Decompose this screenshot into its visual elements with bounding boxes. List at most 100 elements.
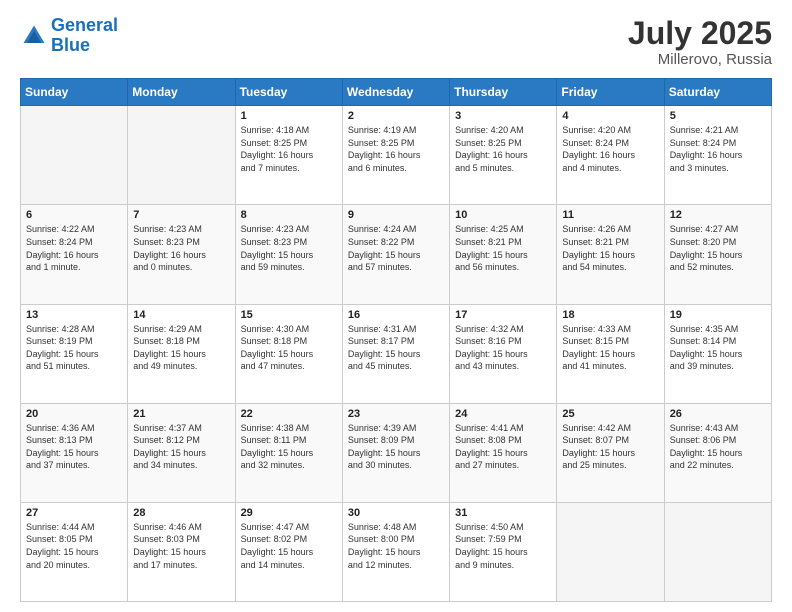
day-number: 29 — [241, 507, 337, 519]
day-info: Sunrise: 4:42 AM Sunset: 8:07 PM Dayligh… — [562, 422, 658, 472]
day-number: 5 — [670, 110, 766, 122]
calendar-cell — [21, 106, 128, 205]
calendar-cell — [128, 106, 235, 205]
day-info: Sunrise: 4:21 AM Sunset: 8:24 PM Dayligh… — [670, 124, 766, 174]
day-number: 20 — [26, 408, 122, 420]
day-number: 15 — [241, 309, 337, 321]
calendar-cell: 1 Sunrise: 4:18 AM Sunset: 8:25 PM Daylig… — [235, 106, 342, 205]
day-info: Sunrise: 4:47 AM Sunset: 8:02 PM Dayligh… — [241, 521, 337, 571]
calendar-cell: 20 Sunrise: 4:36 AM Sunset: 8:13 PM Dayli… — [21, 403, 128, 502]
calendar-cell: 2 Sunrise: 4:19 AM Sunset: 8:25 PM Daylig… — [342, 106, 449, 205]
calendar-week-3: 13 Sunrise: 4:28 AM Sunset: 8:19 PM Dayli… — [21, 304, 772, 403]
calendar-cell: 8Sunrise: 4:23 AM Sunset: 8:23 PM Daylig… — [235, 205, 342, 304]
calendar-cell: 3 Sunrise: 4:20 AM Sunset: 8:25 PM Daylig… — [450, 106, 557, 205]
calendar-week-2: 6Sunrise: 4:22 AM Sunset: 8:24 PM Daylig… — [21, 205, 772, 304]
calendar-cell: 22 Sunrise: 4:38 AM Sunset: 8:11 PM Dayli… — [235, 403, 342, 502]
day-number: 26 — [670, 408, 766, 420]
calendar-cell: 21 Sunrise: 4:37 AM Sunset: 8:12 PM Dayli… — [128, 403, 235, 502]
day-number: 28 — [133, 507, 229, 519]
calendar-cell: 12 Sunrise: 4:27 AM Sunset: 8:20 PM Dayli… — [664, 205, 771, 304]
day-number: 4 — [562, 110, 658, 122]
day-info: Sunrise: 4:20 AM Sunset: 8:25 PM Dayligh… — [455, 124, 551, 174]
calendar-week-1: 1 Sunrise: 4:18 AM Sunset: 8:25 PM Daylig… — [21, 106, 772, 205]
day-info: Sunrise: 4:28 AM Sunset: 8:19 PM Dayligh… — [26, 323, 122, 373]
day-number: 22 — [241, 408, 337, 420]
calendar-cell: 16Sunrise: 4:31 AM Sunset: 8:17 PM Dayli… — [342, 304, 449, 403]
calendar-week-5: 27 Sunrise: 4:44 AM Sunset: 8:05 PM Dayli… — [21, 502, 772, 601]
calendar-week-4: 20 Sunrise: 4:36 AM Sunset: 8:13 PM Dayli… — [21, 403, 772, 502]
day-info: Sunrise: 4:23 AM Sunset: 8:23 PM Dayligh… — [241, 223, 337, 273]
day-number: 27 — [26, 507, 122, 519]
logo-line1: General — [51, 15, 118, 35]
day-info: Sunrise: 4:35 AM Sunset: 8:14 PM Dayligh… — [670, 323, 766, 373]
day-number: 25 — [562, 408, 658, 420]
location: Millerovo, Russia — [628, 51, 772, 68]
col-header-tuesday: Tuesday — [235, 79, 342, 106]
day-info: Sunrise: 4:48 AM Sunset: 8:00 PM Dayligh… — [348, 521, 444, 571]
logo-line2: Blue — [51, 35, 90, 55]
calendar-cell: 13 Sunrise: 4:28 AM Sunset: 8:19 PM Dayli… — [21, 304, 128, 403]
logo: General Blue — [20, 16, 118, 56]
day-info: Sunrise: 4:24 AM Sunset: 8:22 PM Dayligh… — [348, 223, 444, 273]
col-header-sunday: Sunday — [21, 79, 128, 106]
day-number: 23 — [348, 408, 444, 420]
day-info: Sunrise: 4:41 AM Sunset: 8:08 PM Dayligh… — [455, 422, 551, 472]
day-info: Sunrise: 4:37 AM Sunset: 8:12 PM Dayligh… — [133, 422, 229, 472]
calendar-cell — [557, 502, 664, 601]
day-number: 10 — [455, 209, 551, 221]
col-header-friday: Friday — [557, 79, 664, 106]
calendar-cell: 31Sunrise: 4:50 AM Sunset: 7:59 PM Dayli… — [450, 502, 557, 601]
day-number: 12 — [670, 209, 766, 221]
day-info: Sunrise: 4:50 AM Sunset: 7:59 PM Dayligh… — [455, 521, 551, 571]
day-number: 9 — [348, 209, 444, 221]
day-info: Sunrise: 4:36 AM Sunset: 8:13 PM Dayligh… — [26, 422, 122, 472]
day-info: Sunrise: 4:39 AM Sunset: 8:09 PM Dayligh… — [348, 422, 444, 472]
day-info: Sunrise: 4:38 AM Sunset: 8:11 PM Dayligh… — [241, 422, 337, 472]
day-number: 21 — [133, 408, 229, 420]
day-number: 11 — [562, 209, 658, 221]
calendar-table: SundayMondayTuesdayWednesdayThursdayFrid… — [20, 78, 772, 602]
day-number: 2 — [348, 110, 444, 122]
day-info: Sunrise: 4:27 AM Sunset: 8:20 PM Dayligh… — [670, 223, 766, 273]
day-info: Sunrise: 4:30 AM Sunset: 8:18 PM Dayligh… — [241, 323, 337, 373]
day-info: Sunrise: 4:19 AM Sunset: 8:25 PM Dayligh… — [348, 124, 444, 174]
day-info: Sunrise: 4:32 AM Sunset: 8:16 PM Dayligh… — [455, 323, 551, 373]
day-number: 19 — [670, 309, 766, 321]
day-info: Sunrise: 4:18 AM Sunset: 8:25 PM Dayligh… — [241, 124, 337, 174]
col-header-wednesday: Wednesday — [342, 79, 449, 106]
col-header-monday: Monday — [128, 79, 235, 106]
day-number: 13 — [26, 309, 122, 321]
day-info: Sunrise: 4:23 AM Sunset: 8:23 PM Dayligh… — [133, 223, 229, 273]
col-header-saturday: Saturday — [664, 79, 771, 106]
day-number: 24 — [455, 408, 551, 420]
calendar-cell: 30 Sunrise: 4:48 AM Sunset: 8:00 PM Dayli… — [342, 502, 449, 601]
logo-icon — [20, 22, 48, 50]
day-info: Sunrise: 4:20 AM Sunset: 8:24 PM Dayligh… — [562, 124, 658, 174]
day-info: Sunrise: 4:26 AM Sunset: 8:21 PM Dayligh… — [562, 223, 658, 273]
calendar-cell: 19 Sunrise: 4:35 AM Sunset: 8:14 PM Dayli… — [664, 304, 771, 403]
day-info: Sunrise: 4:44 AM Sunset: 8:05 PM Dayligh… — [26, 521, 122, 571]
day-number: 16 — [348, 309, 444, 321]
month-year: July 2025 — [628, 16, 772, 51]
day-number: 18 — [562, 309, 658, 321]
calendar-cell: 5 Sunrise: 4:21 AM Sunset: 8:24 PM Daylig… — [664, 106, 771, 205]
calendar-cell: 23 Sunrise: 4:39 AM Sunset: 8:09 PM Dayli… — [342, 403, 449, 502]
title-block: July 2025 Millerovo, Russia — [628, 16, 772, 68]
day-number: 14 — [133, 309, 229, 321]
logo-text: General Blue — [51, 16, 118, 56]
day-info: Sunrise: 4:33 AM Sunset: 8:15 PM Dayligh… — [562, 323, 658, 373]
calendar-cell — [664, 502, 771, 601]
calendar-cell: 7 Sunrise: 4:23 AM Sunset: 8:23 PM Daylig… — [128, 205, 235, 304]
calendar-cell: 28 Sunrise: 4:46 AM Sunset: 8:03 PM Dayli… — [128, 502, 235, 601]
day-info: Sunrise: 4:29 AM Sunset: 8:18 PM Dayligh… — [133, 323, 229, 373]
day-number: 7 — [133, 209, 229, 221]
day-number: 30 — [348, 507, 444, 519]
col-header-thursday: Thursday — [450, 79, 557, 106]
calendar-cell: 10Sunrise: 4:25 AM Sunset: 8:21 PM Dayli… — [450, 205, 557, 304]
calendar-cell: 17Sunrise: 4:32 AM Sunset: 8:16 PM Dayli… — [450, 304, 557, 403]
day-number: 3 — [455, 110, 551, 122]
day-number: 6 — [26, 209, 122, 221]
calendar-cell: 11 Sunrise: 4:26 AM Sunset: 8:21 PM Dayli… — [557, 205, 664, 304]
day-info: Sunrise: 4:46 AM Sunset: 8:03 PM Dayligh… — [133, 521, 229, 571]
day-number: 1 — [241, 110, 337, 122]
